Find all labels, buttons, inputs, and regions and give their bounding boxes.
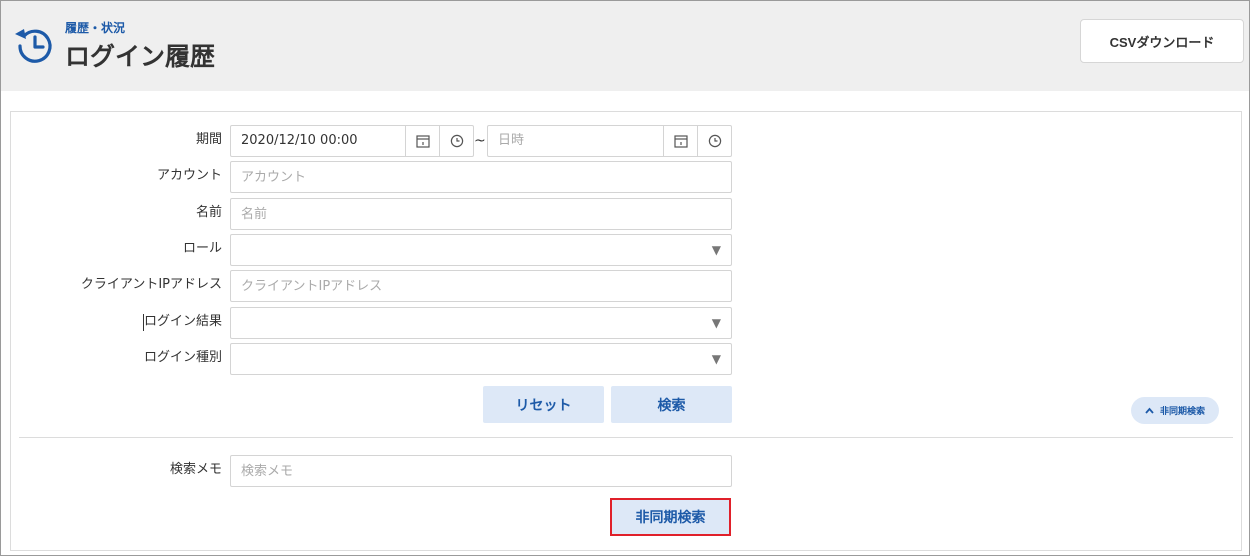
clock-button[interactable] (697, 126, 731, 156)
clock-button[interactable] (439, 126, 473, 156)
history-icon (15, 29, 52, 63)
login-result-label: ログイン結果 (143, 314, 222, 329)
clock-icon (708, 134, 721, 148)
section-divider (19, 437, 1233, 438)
period-end-field[interactable]: 日時 (487, 125, 732, 157)
name-input[interactable] (231, 199, 731, 229)
account-input[interactable] (231, 162, 731, 192)
calendar-button[interactable] (663, 126, 697, 156)
period-label: 期間 (195, 132, 222, 147)
client-ip-field[interactable] (230, 270, 732, 302)
login-type-select[interactable]: ▼ (230, 343, 732, 375)
role-select[interactable]: ▼ (230, 234, 732, 266)
reset-button[interactable]: リセット (483, 386, 604, 423)
clock-icon (450, 134, 463, 148)
calendar-button[interactable] (405, 126, 439, 156)
period-end-placeholder[interactable]: 日時 (488, 126, 663, 156)
account-label: アカウント (156, 168, 222, 183)
async-search-button[interactable]: 非同期検索 (610, 498, 731, 536)
calendar-icon (415, 135, 430, 148)
async-toggle-label: 非同期検索 (1159, 407, 1205, 417)
calendar-icon (673, 135, 688, 148)
name-field[interactable] (230, 198, 732, 230)
period-start-value[interactable]: 2020/12/10 00:00 (231, 126, 405, 156)
memo-input[interactable] (231, 456, 731, 486)
period-separator: ~ (474, 133, 486, 149)
search-button[interactable]: 検索 (611, 386, 732, 423)
login-result-select[interactable]: ▼ (230, 307, 732, 339)
chevron-up-icon (1145, 407, 1154, 414)
period-start-field[interactable]: 2020/12/10 00:00 (230, 125, 474, 157)
dropdown-arrow-icon: ▼ (711, 352, 721, 366)
breadcrumb[interactable]: 履歴・状況 (65, 19, 125, 36)
dropdown-arrow-icon: ▼ (711, 316, 721, 330)
page-header: 履歴・状況 ログイン履歴 CSVダウンロード (1, 1, 1249, 91)
memo-label: 検索メモ (169, 462, 222, 477)
page-title: ログイン履歴 (65, 42, 216, 71)
dropdown-arrow-icon: ▼ (711, 243, 721, 257)
login-type-label: ログイン種別 (143, 350, 222, 365)
name-label: 名前 (195, 205, 222, 220)
account-field[interactable] (230, 161, 732, 193)
csv-download-button[interactable]: CSVダウンロード (1080, 19, 1244, 63)
async-search-toggle[interactable]: 非同期検索 (1131, 397, 1219, 424)
client-ip-label: クライアントIPアドレス (80, 277, 222, 292)
client-ip-input[interactable] (231, 271, 731, 301)
memo-field[interactable] (230, 455, 732, 487)
role-label: ロール (182, 241, 222, 256)
